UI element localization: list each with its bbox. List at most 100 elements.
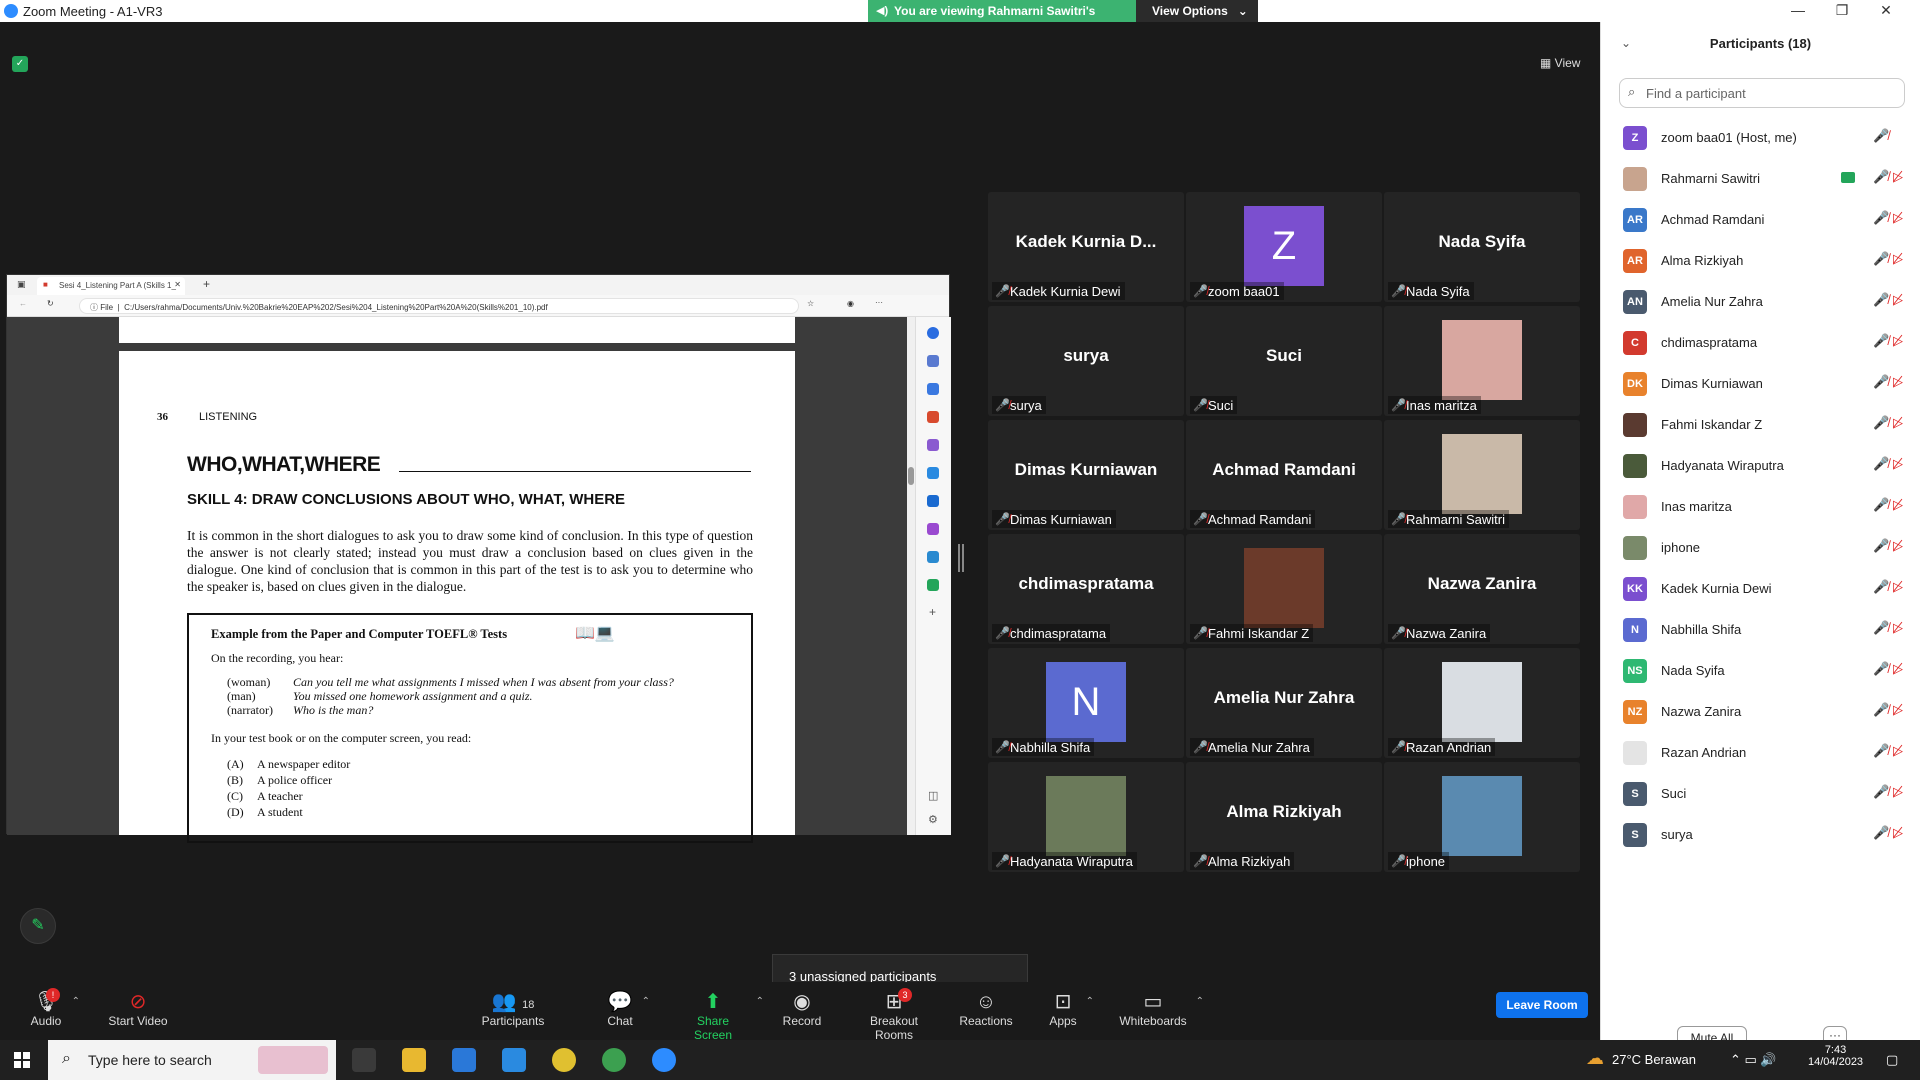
video-tile[interactable]: Nazwa Zanira 🎤̸ Nazwa Zanira <box>1384 534 1580 644</box>
tab-actions-icon[interactable]: ▣ <box>17 279 26 290</box>
participant-row[interactable]: Zzoom baa01 (Host, me) 🎤̸ <box>1601 118 1920 159</box>
browser-tab[interactable]: ■ Sesi 4_Listening Part A (Skills 1_ ✕ <box>37 277 185 295</box>
start-video-button[interactable]: ⊘ Start Video <box>108 990 168 1028</box>
chat-caret-icon[interactable]: ⌃ <box>642 996 650 1007</box>
minimize-button[interactable]: — <box>1778 2 1818 20</box>
mic-muted-icon[interactable]: 🎤̸ <box>1873 538 1889 554</box>
clock[interactable]: 7:43 14/04/2023 <box>1808 1044 1863 1068</box>
url-field[interactable]: ⓘ File | C:/Users/rahma/Documents/Univ.%… <box>79 298 799 314</box>
participants-button[interactable]: 👥 18 Participants <box>478 990 548 1028</box>
video-tile[interactable]: 🎤̸ Rahmarni Sawitri <box>1384 420 1580 530</box>
windows-start-icon[interactable] <box>14 1052 30 1068</box>
video-off-icon[interactable]: ▷̸ <box>1893 579 1903 595</box>
leave-room-button[interactable]: Leave Room <box>1496 992 1588 1018</box>
video-tile[interactable]: N 🎤̸ Nabhilla Shifa <box>988 648 1184 758</box>
menu-icon[interactable]: ··· <box>875 298 883 307</box>
security-shield-icon[interactable]: ✓ <box>12 56 28 72</box>
participant-row[interactable]: Rahmarni Sawitri 🎤̸ ▷̸ <box>1601 159 1920 200</box>
participant-row[interactable]: KK Kadek Kurnia Dewi 🎤̸ ▷̸ <box>1601 569 1920 610</box>
maximize-button[interactable]: ❐ <box>1822 2 1862 20</box>
mic-muted-icon[interactable]: 🎤̸ <box>1873 620 1889 636</box>
video-tile[interactable]: Nada Syifa 🎤̸ Nada Syifa <box>1384 192 1580 302</box>
designer-icon[interactable] <box>927 523 939 535</box>
mic-muted-icon[interactable]: 🎤̸ <box>1873 743 1889 759</box>
video-off-icon[interactable]: ▷̸ <box>1893 169 1903 185</box>
scroll-thumb[interactable] <box>908 467 914 485</box>
send-icon[interactable] <box>927 551 939 563</box>
mic-muted-icon[interactable]: 🎤̸ <box>1873 251 1889 267</box>
participant-row[interactable]: Ssurya 🎤̸ ▷̸ <box>1601 815 1920 856</box>
video-tile[interactable]: 🎤̸ iphone <box>1384 762 1580 872</box>
tray-icons[interactable]: ⌃ ▭ 🔊 <box>1730 1052 1777 1068</box>
mic-muted-icon[interactable]: 🎤̸ <box>1873 374 1889 390</box>
video-off-icon[interactable]: ▷̸ <box>1893 661 1903 677</box>
sidebar-toggle-icon[interactable]: ◫ <box>928 789 938 802</box>
participant-row[interactable]: Cchdimaspratama 🎤̸ ▷̸ <box>1601 323 1920 364</box>
reactions-button[interactable]: ☺ Reactions <box>958 990 1014 1028</box>
pdf-scrollbar[interactable] <box>907 317 915 835</box>
video-tile[interactable]: chdimaspratama 🎤̸ chdimaspratama <box>988 534 1184 644</box>
new-tab-icon[interactable]: + <box>203 277 210 291</box>
video-off-icon[interactable]: ▷̸ <box>1893 784 1903 800</box>
apps-button[interactable]: ⊡ Apps ⌃ <box>1048 990 1094 1028</box>
tab-close-icon[interactable]: ✕ <box>174 280 181 289</box>
video-off-icon[interactable]: ▷̸ <box>1893 702 1903 718</box>
chrome-profile-icon[interactable] <box>602 1048 626 1072</box>
mic-muted-icon[interactable]: 🎤̸ <box>1873 579 1889 595</box>
participant-row[interactable]: Fahmi Iskandar Z 🎤̸ ▷̸ <box>1601 405 1920 446</box>
video-tile[interactable]: 🎤̸ Razan Andrian <box>1384 648 1580 758</box>
participant-row[interactable]: DK Dimas Kurniawan 🎤̸ ▷̸ <box>1601 364 1920 405</box>
mic-muted-icon[interactable]: 🎤̸ <box>1873 169 1889 185</box>
profile-icon[interactable]: ◉ <box>847 299 854 308</box>
tools-icon[interactable] <box>927 411 939 423</box>
video-tile[interactable]: Achmad Ramdani 🎤̸ Achmad Ramdani <box>1186 420 1382 530</box>
share-caret-icon[interactable]: ⌃ <box>756 996 764 1007</box>
video-tile[interactable]: Alma Rizkiyah 🎤̸ Alma Rizkiyah <box>1186 762 1382 872</box>
weather-text[interactable]: 27°C Berawan <box>1612 1052 1696 1067</box>
close-button[interactable]: ✕ <box>1866 2 1906 20</box>
mic-muted-icon[interactable]: 🎤̸ <box>1873 292 1889 308</box>
zoom-taskbar-icon[interactable] <box>652 1048 676 1072</box>
apps-caret-icon[interactable]: ⌃ <box>1086 996 1094 1007</box>
participant-row[interactable]: Inas maritza 🎤̸ ▷̸ <box>1601 487 1920 528</box>
video-off-icon[interactable]: ▷̸ <box>1893 456 1903 472</box>
participant-row[interactable]: Hadyanata Wiraputra 🎤̸ ▷̸ <box>1601 446 1920 487</box>
participant-row[interactable]: NZ Nazwa Zanira 🎤̸ ▷̸ <box>1601 692 1920 733</box>
video-off-icon[interactable]: ▷̸ <box>1893 538 1903 554</box>
store-icon[interactable] <box>452 1048 476 1072</box>
video-off-icon[interactable]: ▷̸ <box>1893 620 1903 636</box>
video-off-icon[interactable]: ▷̸ <box>1893 743 1903 759</box>
refresh-icon[interactable]: ↻ <box>47 299 54 308</box>
whiteboards-caret-icon[interactable]: ⌃ <box>1196 996 1204 1007</box>
participant-row[interactable]: AR Achmad Ramdani 🎤̸ ▷̸ <box>1601 200 1920 241</box>
mic-muted-icon[interactable]: 🎤̸ <box>1873 333 1889 349</box>
participant-row[interactable]: iphone 🎤̸ ▷̸ <box>1601 528 1920 569</box>
video-tile[interactable]: Z 🎤̸ zoom baa01 <box>1186 192 1382 302</box>
settings-icon[interactable]: ⚙ <box>928 813 938 826</box>
outlook-icon[interactable] <box>927 495 939 507</box>
office-icon[interactable] <box>927 467 939 479</box>
mic-muted-icon[interactable]: 🎤̸ <box>1873 661 1889 677</box>
games-icon[interactable] <box>927 439 939 451</box>
video-off-icon[interactable]: ▷̸ <box>1893 374 1903 390</box>
chat-button[interactable]: 💬 Chat ⌃ <box>606 990 650 1028</box>
mic-muted-icon[interactable]: 🎤̸ <box>1873 415 1889 431</box>
mic-muted-icon[interactable]: 🎤̸ <box>1873 210 1889 226</box>
video-tile[interactable]: 🎤̸ Fahmi Iskandar Z <box>1186 534 1382 644</box>
video-off-icon[interactable]: ▷̸ <box>1893 210 1903 226</box>
mic-muted-icon[interactable]: 🎤̸ <box>1873 128 1889 144</box>
video-tile[interactable]: 🎤̸ Hadyanata Wiraputra <box>988 762 1184 872</box>
taskbar-search[interactable]: ⌕ Type here to search <box>48 1040 336 1080</box>
video-off-icon[interactable]: ▷̸ <box>1893 292 1903 308</box>
view-button[interactable]: ▦ View <box>1540 56 1580 70</box>
breakout-rooms-button[interactable]: ⊞ 3 Breakout Rooms <box>850 988 938 1042</box>
participant-row[interactable]: N Nabhilla Shifa 🎤̸ ▷̸ <box>1601 610 1920 651</box>
mic-muted-icon[interactable]: 🎤̸ <box>1873 702 1889 718</box>
participant-row[interactable]: NS Nada Syifa 🎤̸ ▷̸ <box>1601 651 1920 692</box>
tag-icon[interactable] <box>927 383 939 395</box>
video-tile[interactable]: Kadek Kurnia D... 🎤̸ Kadek Kurnia Dewi <box>988 192 1184 302</box>
split-divider-handle[interactable] <box>958 544 964 572</box>
chrome-icon[interactable] <box>552 1048 576 1072</box>
favorite-icon[interactable]: ☆ <box>807 299 814 308</box>
video-tile[interactable]: 🎤̸ Inas maritza <box>1384 306 1580 416</box>
